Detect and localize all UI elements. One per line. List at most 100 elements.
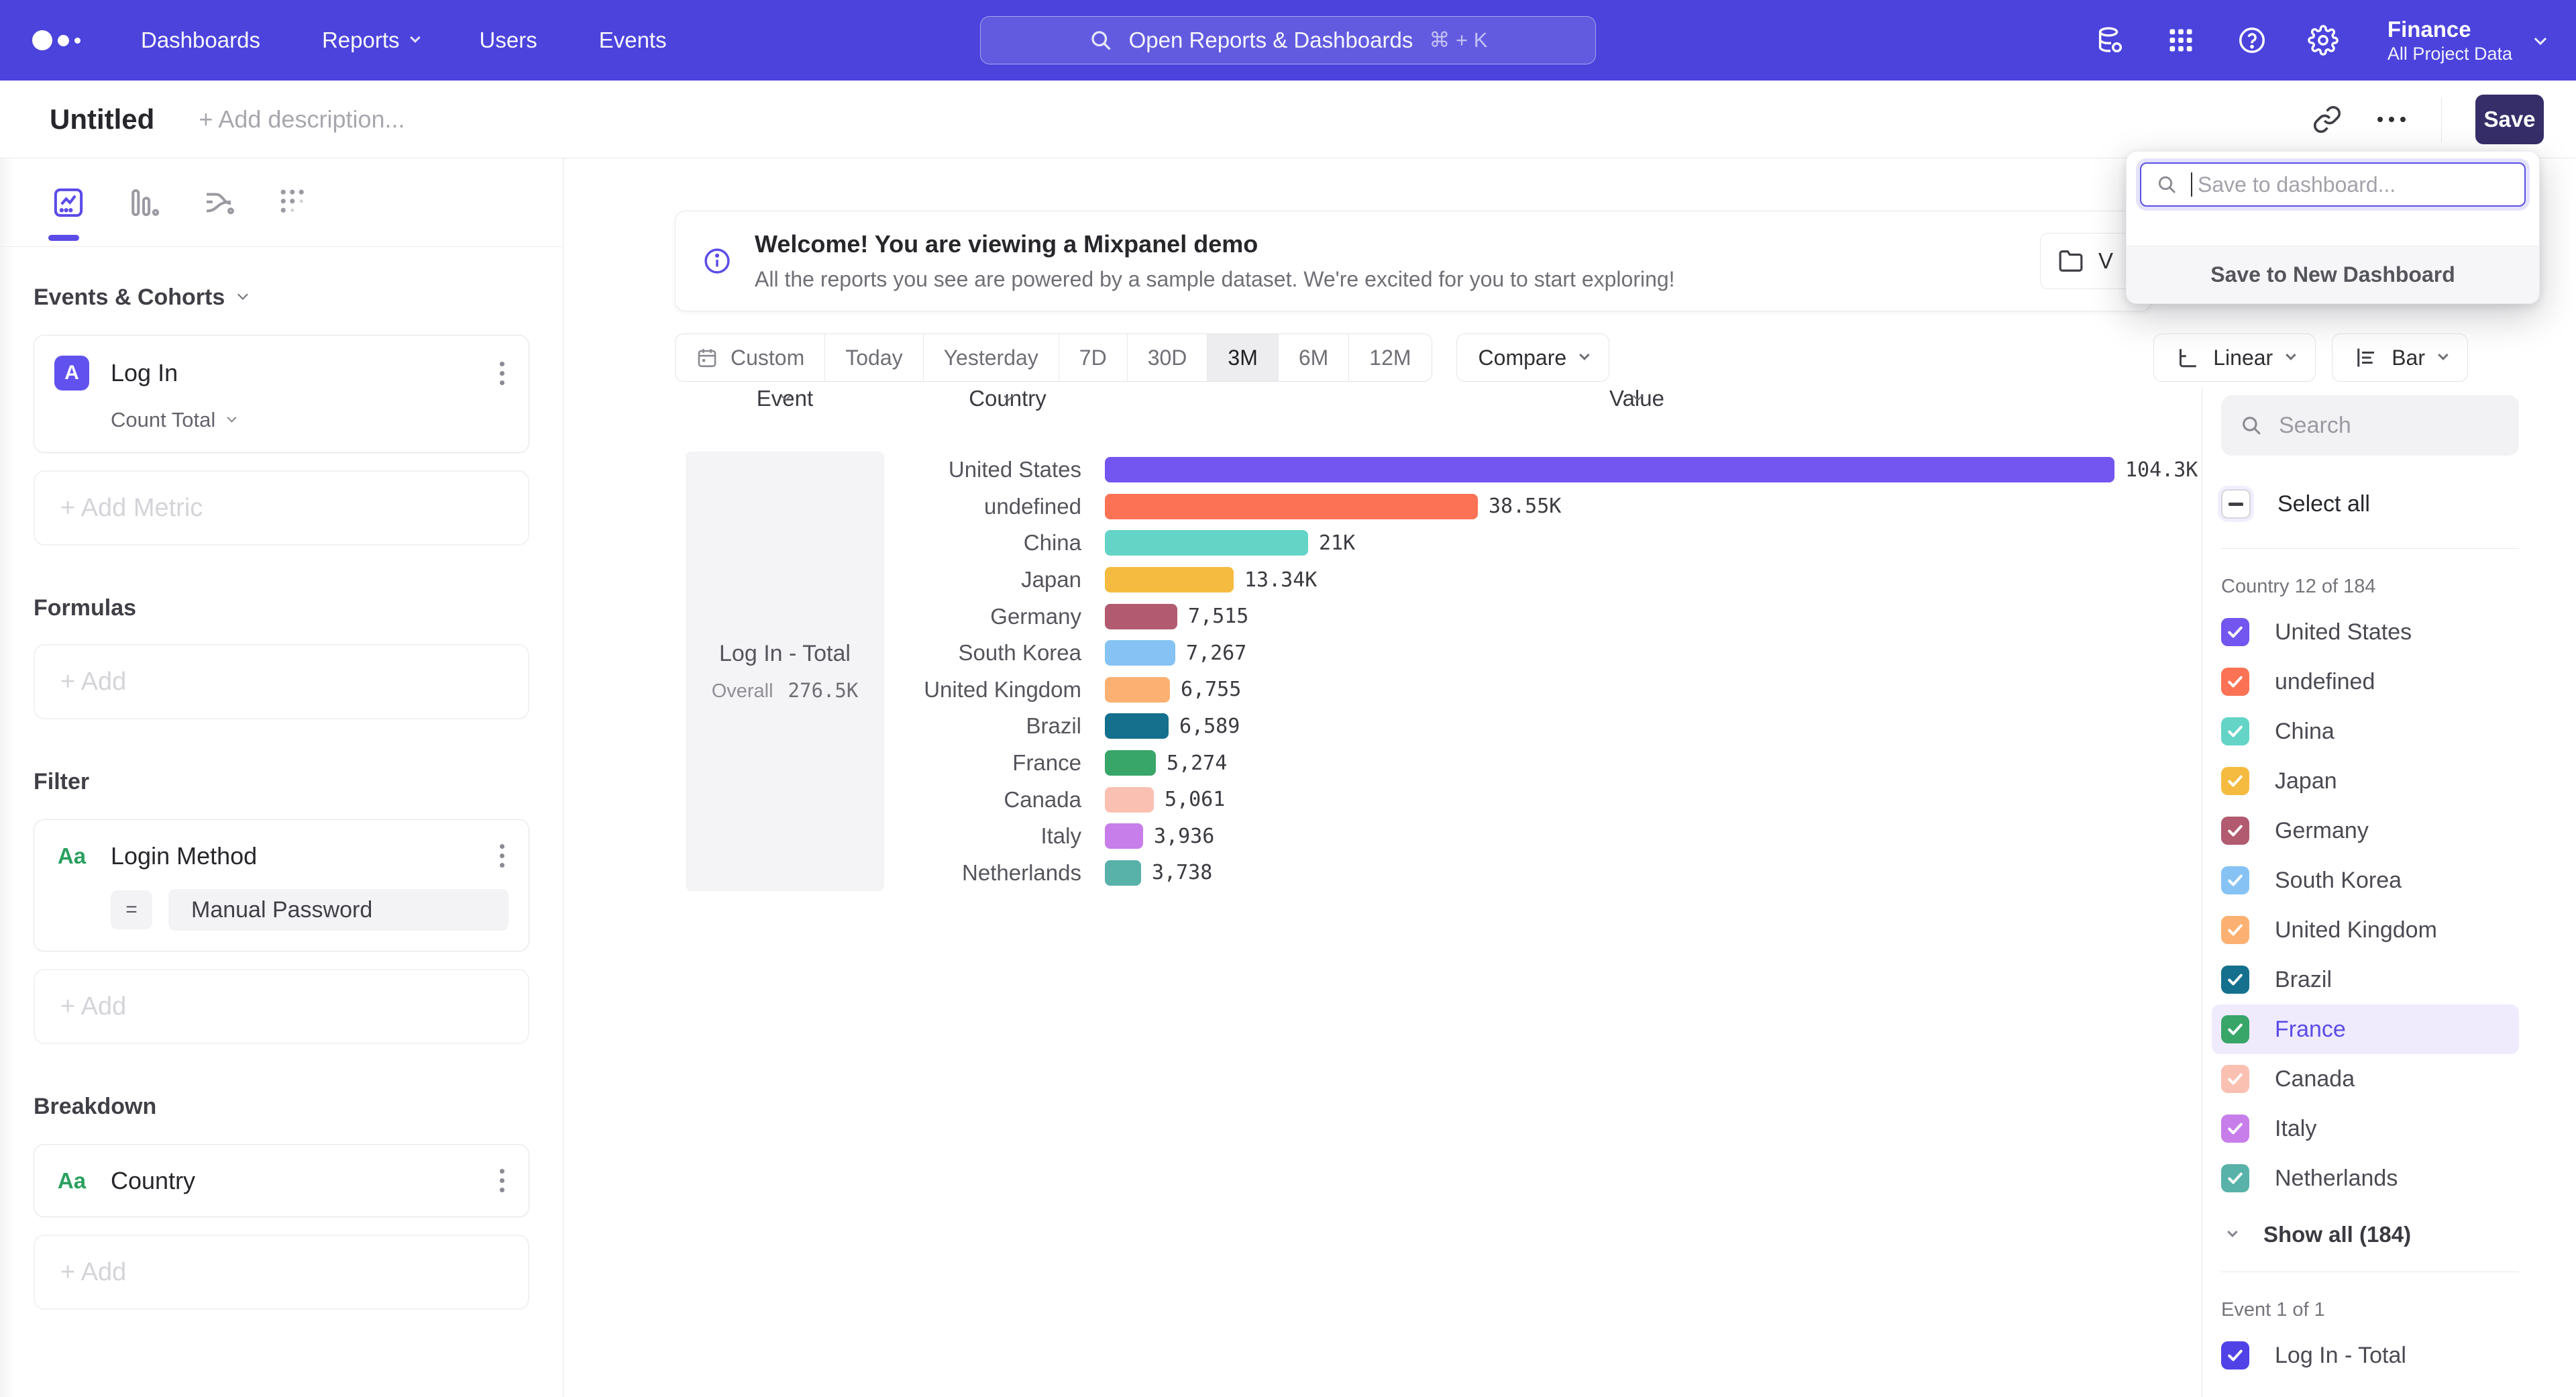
checkbox-checked-icon[interactable] — [2221, 1341, 2249, 1369]
legend-country-canada[interactable]: Canada — [2212, 1054, 2519, 1104]
aggregation-selector[interactable]: Count Total — [111, 408, 508, 432]
bar[interactable] — [1105, 823, 1143, 849]
range-3m[interactable]: 3M — [1208, 334, 1278, 381]
bar[interactable] — [1105, 457, 2114, 482]
copy-link-icon[interactable] — [2307, 99, 2347, 140]
checkbox-checked-icon[interactable] — [2221, 916, 2249, 944]
bar[interactable] — [1105, 640, 1175, 666]
metric-name[interactable]: Log In — [111, 359, 178, 387]
bar-row-united-states: United States104.3K — [884, 452, 2202, 488]
bar-value-label: 3,738 — [1152, 861, 1212, 884]
save-dashboard-search-input[interactable]: Save to dashboard... — [2140, 162, 2526, 207]
breakdown-options-icon[interactable] — [496, 1165, 508, 1196]
events-cohorts-header[interactable]: Events & Cohorts — [34, 284, 529, 311]
metric-card[interactable]: A Log In Count Total — [34, 335, 529, 453]
range-6m[interactable]: 6M — [1279, 334, 1349, 381]
legend-country-netherlands[interactable]: Netherlands — [2212, 1153, 2519, 1203]
filter-operator[interactable]: = — [111, 890, 152, 929]
legend-country-china[interactable]: China — [2212, 707, 2519, 756]
filter-value[interactable]: Manual Password — [168, 889, 508, 931]
checkbox-checked-icon[interactable] — [2221, 1164, 2249, 1192]
bar[interactable] — [1105, 677, 1170, 703]
range-12m[interactable]: 12M — [1349, 334, 1431, 381]
add-filter-button[interactable]: + Add — [34, 969, 529, 1044]
add-breakdown-button[interactable]: + Add — [34, 1235, 529, 1310]
range-7d[interactable]: 7D — [1059, 334, 1128, 381]
save-to-new-dashboard-button[interactable]: Save to New Dashboard — [2127, 246, 2539, 303]
tab-insights[interactable] — [50, 184, 87, 221]
chart-type-button[interactable]: Bar — [2332, 333, 2468, 382]
checkbox-checked-icon[interactable] — [2221, 717, 2249, 745]
filter-property-name[interactable]: Login Method — [111, 842, 257, 870]
global-search-button[interactable]: Open Reports & Dashboards ⌘ + K — [980, 16, 1596, 64]
legend-event-log-in---total[interactable]: Log In - Total — [2212, 1331, 2519, 1380]
legend-country-germany[interactable]: Germany — [2212, 806, 2519, 856]
checkbox-checked-icon[interactable] — [2221, 817, 2249, 845]
add-description-field[interactable]: + Add description... — [199, 105, 405, 134]
add-formula-button[interactable]: + Add — [34, 644, 529, 719]
bar[interactable] — [1105, 787, 1154, 813]
save-button[interactable]: Save — [2475, 95, 2544, 144]
legend-country-undefined[interactable]: undefined — [2212, 657, 2519, 707]
select-all-checkbox[interactable] — [2221, 489, 2251, 519]
filter-card[interactable]: Aa Login Method = Manual Password — [34, 819, 529, 951]
apps-grid-icon[interactable] — [2165, 24, 2197, 56]
project-switcher[interactable]: Finance All Project Data — [2387, 15, 2544, 65]
legend-country-france[interactable]: France — [2212, 1004, 2519, 1054]
legend-country-japan[interactable]: Japan — [2212, 756, 2519, 806]
legend-country-south-korea[interactable]: South Korea — [2212, 856, 2519, 905]
show-all-button[interactable]: Show all (184) — [2221, 1222, 2576, 1247]
bar[interactable] — [1105, 530, 1308, 556]
mixpanel-logo-icon[interactable] — [32, 30, 80, 50]
metric-options-icon[interactable] — [496, 358, 508, 389]
bar[interactable] — [1105, 567, 1234, 592]
range-today[interactable]: Today — [825, 334, 923, 381]
add-metric-button[interactable]: + Add Metric — [34, 470, 529, 546]
checkbox-checked-icon[interactable] — [2221, 1115, 2249, 1143]
tab-flows[interactable] — [200, 184, 237, 221]
bar[interactable] — [1105, 750, 1156, 776]
column-header-event[interactable]: Event — [686, 397, 884, 401]
select-all-row[interactable]: Select all — [2221, 485, 2576, 523]
checkbox-checked-icon[interactable] — [2221, 1015, 2249, 1043]
legend-search-input[interactable]: Search — [2221, 395, 2519, 456]
checkbox-checked-icon[interactable] — [2221, 866, 2249, 894]
range-30d[interactable]: 30D — [1128, 334, 1208, 381]
tab-retention[interactable] — [275, 184, 313, 221]
settings-gear-icon[interactable] — [2307, 24, 2339, 56]
checkbox-checked-icon[interactable] — [2221, 767, 2249, 795]
banner-title: Welcome! You are viewing a Mixpanel demo — [755, 230, 1675, 258]
tab-funnels[interactable] — [125, 184, 162, 221]
more-options-icon[interactable] — [2371, 99, 2412, 140]
bar[interactable] — [1105, 860, 1141, 886]
overall-value: 276.5K — [788, 679, 859, 702]
compare-button[interactable]: Compare — [1456, 333, 1610, 382]
checkbox-checked-icon[interactable] — [2221, 668, 2249, 696]
report-title[interactable]: Untitled — [50, 103, 154, 136]
range-custom[interactable]: Custom — [676, 334, 825, 381]
help-icon[interactable] — [2236, 24, 2268, 56]
range-yesterday[interactable]: Yesterday — [924, 334, 1059, 381]
bar[interactable] — [1105, 713, 1169, 739]
nav-item-users[interactable]: Users — [480, 28, 537, 53]
nav-item-dashboards[interactable]: Dashboards — [141, 28, 260, 53]
nav-item-events[interactable]: Events — [599, 28, 667, 53]
breakdown-property-name[interactable]: Country — [111, 1167, 195, 1195]
checkbox-checked-icon[interactable] — [2221, 1065, 2249, 1093]
event-summary-cell[interactable]: Log In - Total Overall 276.5K — [686, 452, 884, 891]
column-header-value[interactable]: Value — [1570, 397, 1704, 401]
column-header-country[interactable]: Country — [934, 397, 1081, 401]
checkbox-checked-icon[interactable] — [2221, 618, 2249, 646]
data-management-icon[interactable] — [2094, 24, 2126, 56]
checkbox-checked-icon[interactable] — [2221, 966, 2249, 994]
filter-options-icon[interactable] — [496, 840, 508, 872]
legend-country-united-states[interactable]: United States — [2212, 607, 2519, 657]
bar[interactable] — [1105, 604, 1177, 629]
legend-country-brazil[interactable]: Brazil — [2212, 955, 2519, 1004]
nav-item-reports[interactable]: Reports — [322, 28, 418, 53]
bar[interactable] — [1105, 494, 1478, 519]
scale-selector-button[interactable]: Linear — [2153, 333, 2316, 382]
legend-country-italy[interactable]: Italy — [2212, 1104, 2519, 1153]
breakdown-card[interactable]: Aa Country — [34, 1144, 529, 1217]
legend-country-united-kingdom[interactable]: United Kingdom — [2212, 905, 2519, 955]
